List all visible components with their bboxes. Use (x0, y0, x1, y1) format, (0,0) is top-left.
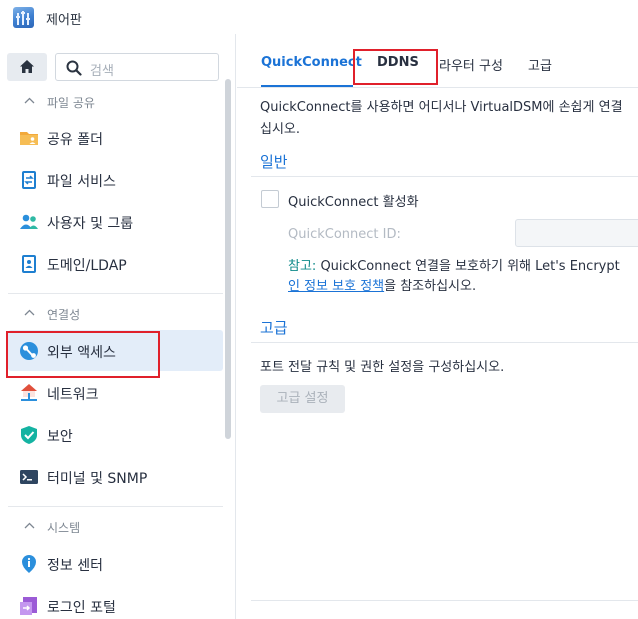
sidebar-item-network[interactable]: 네트워크 (8, 372, 223, 413)
window-title: 제어판 (46, 13, 82, 28)
active-tab-indicator (261, 85, 353, 87)
description-line: 십시오. (260, 122, 301, 137)
shared-folder-icon (20, 132, 38, 145)
group-label: 시스템 (47, 521, 81, 535)
group-system[interactable]: 시스템 (0, 514, 222, 540)
sidebar-item-domain-ldap[interactable]: 도메인/LDAP (8, 243, 223, 284)
chevron-up-icon (24, 309, 35, 316)
tab-router-config[interactable]: 라우터 구성 (439, 55, 503, 74)
note-prefix: 참고: (288, 259, 317, 274)
section-title-general: 일반 (260, 153, 288, 171)
footer-divider (251, 600, 638, 601)
chevron-up-icon (24, 522, 35, 529)
group-label: 연결성 (47, 308, 81, 322)
sidebar-item-terminal-snmp[interactable]: 터미널 및 SNMP (8, 456, 223, 497)
note-text: 참고: QuickConnect 연결을 보호하기 위해 Let's Encry… (288, 257, 638, 297)
search-icon (66, 60, 82, 76)
search-placeholder: 검색 (90, 64, 114, 79)
terminal-icon (20, 470, 38, 484)
tab-bar: QuickConnect DDNS 라우터 구성 고급 (237, 34, 638, 88)
sidebar-item-label: 네트워크 (47, 387, 99, 403)
sidebar-item-external-access[interactable]: 외부 액세스 (8, 330, 223, 371)
advanced-settings-button[interactable]: 고급 설정 (260, 385, 345, 413)
enable-quickconnect-checkbox[interactable] (261, 190, 279, 208)
section-title-advanced: 고급 (260, 319, 288, 337)
domain-ldap-icon (22, 255, 36, 273)
sidebar-item-label: 로그인 포털 (47, 600, 116, 616)
sidebar-item-login-portal[interactable]: 로그인 포털 (8, 585, 223, 619)
sidebar-item-label: 도메인/LDAP (47, 258, 127, 274)
tab-ddns[interactable]: DDNS (377, 55, 419, 70)
security-shield-icon (21, 426, 37, 444)
sidebar-item-label: 보안 (47, 429, 73, 445)
tab-advanced[interactable]: 고급 (528, 55, 552, 74)
enable-quickconnect-label[interactable]: QuickConnect 활성화 (288, 191, 419, 210)
description-line: QuickConnect를 사용하면 어디서나 VirtualDSM에 손쉽게 … (260, 100, 623, 115)
group-connectivity[interactable]: 연결성 (0, 301, 222, 327)
note-suffix: 을 참조하십시오. (384, 279, 477, 294)
sidebar-item-info-center[interactable]: 정보 센터 (8, 543, 223, 584)
sidebar-divider (8, 293, 223, 294)
file-services-icon (22, 171, 36, 189)
sidebar-item-file-services[interactable]: 파일 서비스 (8, 159, 223, 200)
sidebar-item-label: 터미널 및 SNMP (47, 471, 148, 487)
section-divider (251, 342, 638, 343)
quickconnect-description: QuickConnect를 사용하면 어디서나 VirtualDSM에 손쉽게 … (260, 97, 638, 141)
privacy-policy-link[interactable]: 인 정보 보호 정책 (288, 279, 384, 294)
info-center-icon (22, 555, 36, 573)
network-icon (21, 384, 37, 401)
external-access-icon (20, 342, 38, 360)
login-portal-icon (20, 597, 37, 615)
group-file-sharing[interactable]: 파일 공유 (0, 89, 222, 115)
home-button[interactable] (7, 53, 47, 81)
sidebar-item-label: 파일 서비스 (47, 174, 116, 190)
sidebar-divider (8, 506, 223, 507)
user-group-icon (20, 214, 38, 229)
chevron-up-icon (24, 97, 35, 104)
sidebar-item-label: 정보 센터 (47, 558, 103, 574)
quickconnect-id-label: QuickConnect ID: (288, 227, 401, 242)
tab-quickconnect[interactable]: QuickConnect (261, 55, 362, 70)
advanced-description: 포트 전달 규칙 및 권한 설정을 구성하십시오. (260, 360, 505, 375)
section-divider (251, 176, 638, 177)
quickconnect-id-input[interactable] (515, 219, 638, 247)
sidebar-item-shared-folder[interactable]: 공유 폴더 (8, 117, 223, 158)
main-panel: QuickConnect DDNS 라우터 구성 고급 QuickConnect… (237, 34, 638, 619)
control-panel-icon (13, 7, 34, 28)
group-label: 파일 공유 (47, 96, 95, 110)
search-input[interactable]: 검색 (55, 53, 219, 81)
sidebar: 검색 파일 공유 공유 폴더 파일 서비스 사용자 및 그룹 도메인/LDAP (0, 34, 236, 619)
sidebar-item-label: 사용자 및 그룹 (47, 216, 134, 232)
note-line: QuickConnect 연결을 보호하기 위해 Let's Encrypt (316, 259, 620, 274)
title-bar: 제어판 (0, 0, 638, 34)
home-icon (20, 60, 34, 73)
sidebar-item-label: 공유 폴더 (47, 132, 103, 148)
sidebar-item-label: 외부 액세스 (47, 345, 116, 361)
sidebar-scrollbar[interactable] (225, 79, 231, 439)
sidebar-item-user-group[interactable]: 사용자 및 그룹 (8, 201, 223, 242)
sidebar-item-security[interactable]: 보안 (8, 414, 223, 455)
